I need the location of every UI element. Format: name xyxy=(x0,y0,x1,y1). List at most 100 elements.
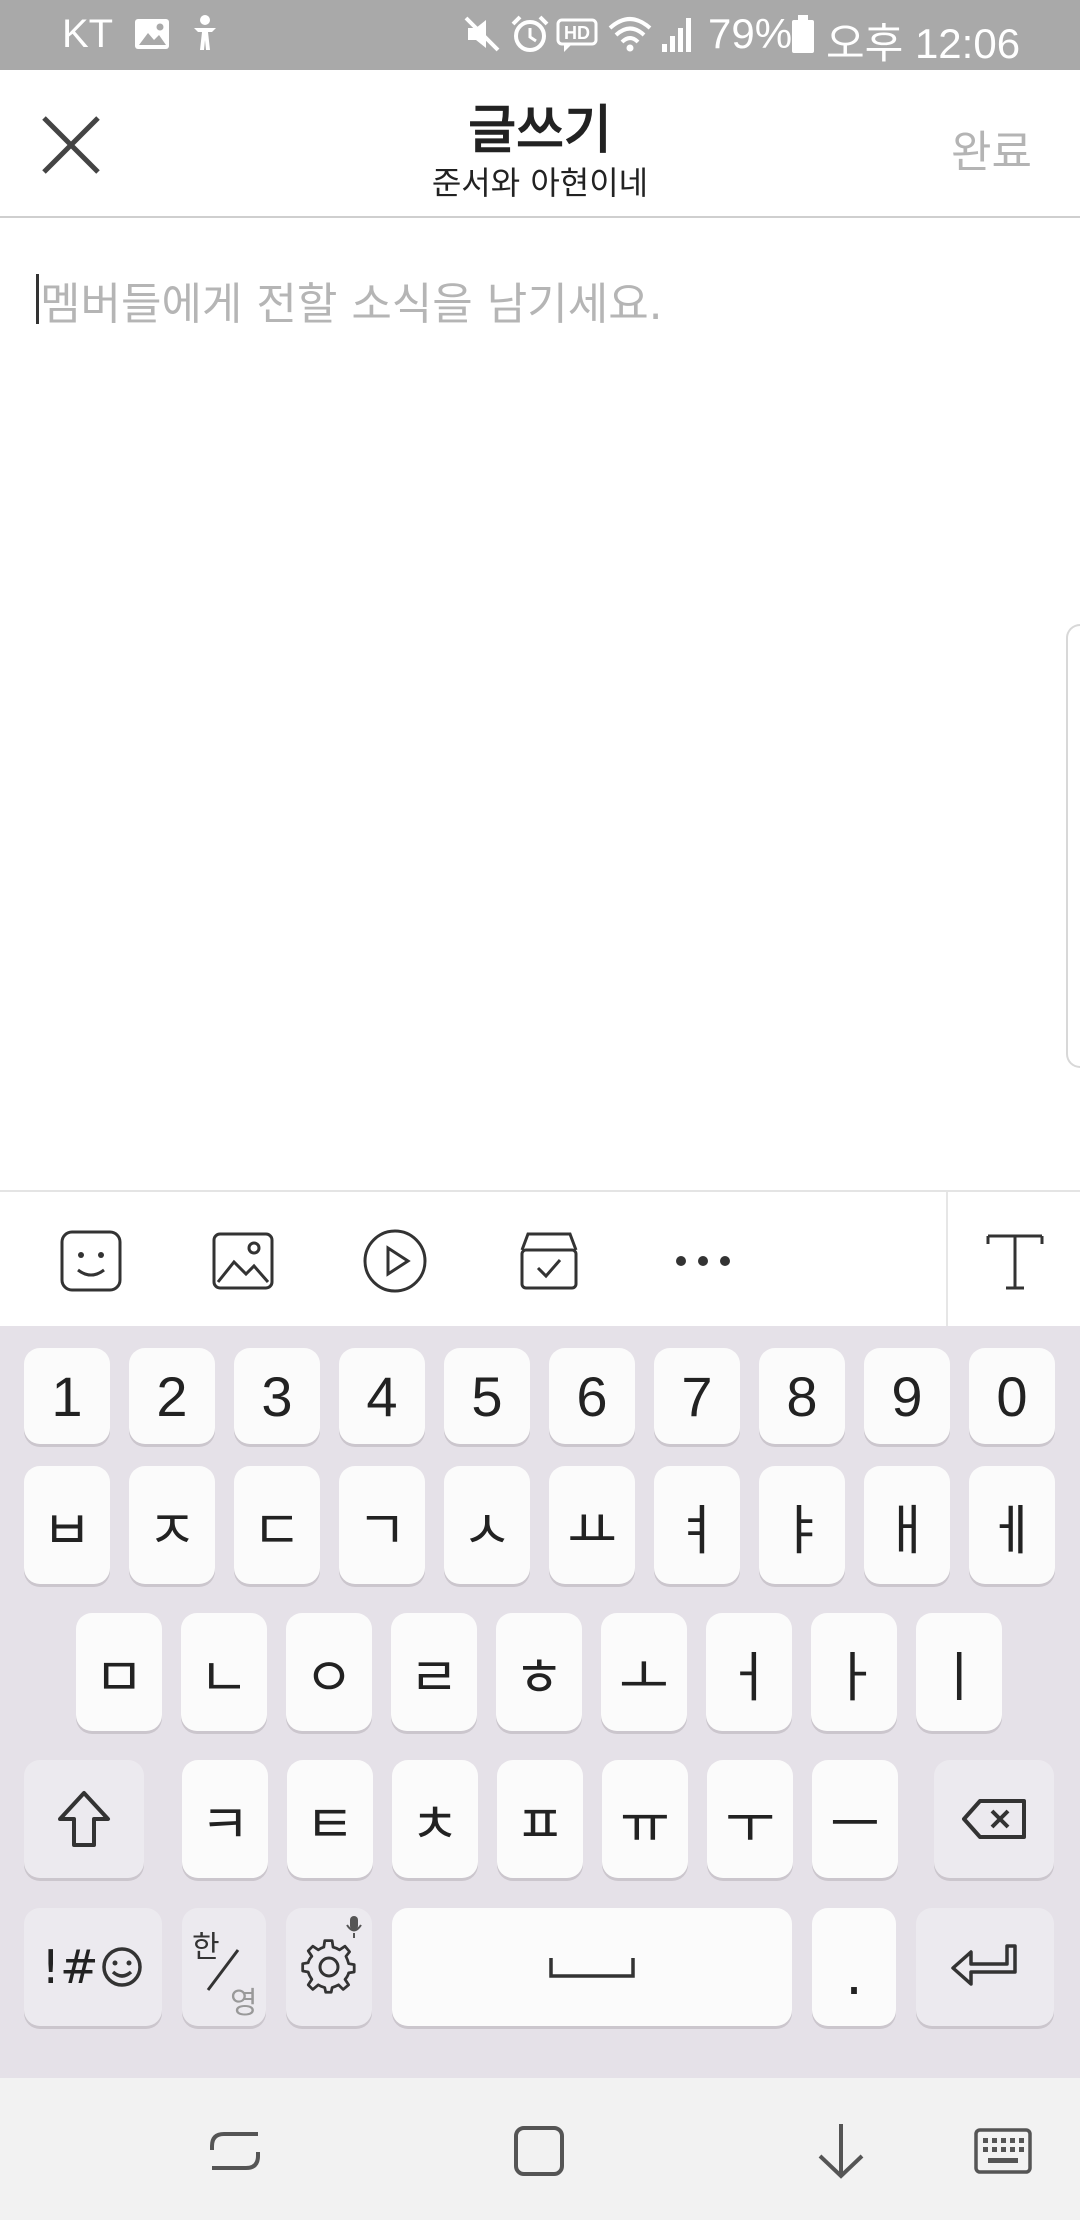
number-key-label: 6 xyxy=(576,1364,608,1428)
letter-key[interactable]: ㅅ xyxy=(444,1466,530,1584)
letter-key[interactable]: ㅣ xyxy=(916,1613,1002,1731)
letter-key[interactable]: ㅁ xyxy=(76,1613,162,1731)
letter-key[interactable]: ㄷ xyxy=(234,1466,320,1584)
letter-key-label: ㅊ xyxy=(410,1792,460,1856)
settings-key[interactable] xyxy=(286,1908,372,2026)
letter-key[interactable]: ㅡ xyxy=(812,1760,898,1878)
recent-apps-icon[interactable] xyxy=(200,2116,270,2186)
number-key[interactable]: 4 xyxy=(339,1348,425,1444)
letter-key-label: ㄱ xyxy=(357,1498,407,1562)
band-name: 준서와 아현이네 xyxy=(431,164,649,202)
number-key-label: 4 xyxy=(366,1364,398,1428)
number-key-label: 3 xyxy=(261,1364,293,1428)
letter-key-label: ㅂ xyxy=(42,1498,92,1562)
more-icon[interactable] xyxy=(668,1226,738,1296)
battery-percent: 79% xyxy=(708,10,793,57)
photo-icon[interactable] xyxy=(208,1226,278,1296)
number-key[interactable]: 1 xyxy=(24,1348,110,1444)
letter-key[interactable]: ㄱ xyxy=(339,1466,425,1584)
letter-key[interactable]: ㅂ xyxy=(24,1466,110,1584)
letter-key[interactable]: ㅌ xyxy=(287,1760,373,1878)
number-key[interactable]: 7 xyxy=(654,1348,740,1444)
gallery-notification-icon xyxy=(135,19,169,49)
letter-key[interactable]: ㅠ xyxy=(602,1760,688,1878)
number-key-label: 1 xyxy=(51,1364,83,1428)
letter-key[interactable]: ㅋ xyxy=(182,1760,268,1878)
home-icon[interactable] xyxy=(504,2116,574,2186)
letter-key[interactable]: ㅛ xyxy=(549,1466,635,1584)
editor-placeholder: 멤버들에게 전할 소식을 남기세요. xyxy=(40,279,663,330)
number-key-label: 5 xyxy=(471,1364,503,1428)
letter-key[interactable]: ㅏ xyxy=(811,1613,897,1731)
keyboard-icon[interactable] xyxy=(972,2116,1034,2186)
period-key[interactable]: . xyxy=(812,1908,896,2026)
emoji-icon xyxy=(102,1947,143,1987)
letter-key-label: ㅓ xyxy=(724,1645,774,1709)
letter-key[interactable]: ㅓ xyxy=(706,1613,792,1731)
backspace-icon xyxy=(962,1799,1026,1839)
letter-key-label: ㅇ xyxy=(304,1645,354,1709)
number-key-label: 9 xyxy=(891,1364,923,1428)
mute-icon xyxy=(464,16,500,52)
letter-key[interactable]: ㅜ xyxy=(707,1760,793,1878)
language-switch-key[interactable]: 한 영 xyxy=(182,1908,266,2026)
letter-key[interactable]: ㅎ xyxy=(496,1613,582,1731)
letter-key-label: ㅕ xyxy=(672,1498,722,1562)
space-key[interactable] xyxy=(392,1908,792,2026)
gear-icon xyxy=(301,1939,356,1994)
clock: 오후 12:06 xyxy=(826,20,1021,67)
battery-icon xyxy=(792,15,814,53)
side-panel-handle[interactable] xyxy=(1066,624,1080,1068)
vote-icon[interactable] xyxy=(514,1226,584,1296)
letter-key[interactable]: ㅐ xyxy=(864,1466,950,1584)
wifi-icon xyxy=(608,17,652,52)
alarm-icon xyxy=(511,15,549,52)
letter-key-label: ㅐ xyxy=(882,1498,932,1562)
letter-key-label: ㅜ xyxy=(725,1792,775,1856)
letter-key-label: ㅁ xyxy=(94,1645,144,1709)
number-key-label: 8 xyxy=(786,1364,818,1428)
hide-keyboard-icon[interactable] xyxy=(806,2116,876,2186)
text-style-icon[interactable] xyxy=(980,1226,1050,1296)
post-editor[interactable]: 멤버들에게 전할 소식을 남기세요. xyxy=(0,218,1080,1190)
letter-key-label: ㅑ xyxy=(777,1498,827,1562)
letter-key[interactable]: ㅊ xyxy=(392,1760,478,1878)
letter-key-label: ㅈ xyxy=(147,1498,197,1562)
letter-key-label: ㅣ xyxy=(934,1645,984,1709)
letter-key[interactable]: ㅕ xyxy=(654,1466,740,1584)
text-caret xyxy=(36,274,39,324)
backspace-key[interactable] xyxy=(934,1760,1054,1878)
number-key-label: 2 xyxy=(156,1364,188,1428)
video-icon[interactable] xyxy=(360,1226,430,1296)
letter-key[interactable]: ㅔ xyxy=(969,1466,1055,1584)
enter-icon xyxy=(951,1944,1017,1986)
enter-key[interactable] xyxy=(916,1908,1054,2026)
number-key[interactable]: 6 xyxy=(549,1348,635,1444)
number-key[interactable]: 0 xyxy=(969,1348,1055,1444)
symbols-key[interactable]: !# xyxy=(24,1908,162,2026)
number-key-label: 0 xyxy=(996,1364,1028,1428)
done-button[interactable]: 완료 xyxy=(951,116,1032,180)
shift-key[interactable] xyxy=(24,1760,144,1878)
number-key[interactable]: 3 xyxy=(234,1348,320,1444)
letter-key-label: ㅌ xyxy=(305,1792,355,1856)
number-key[interactable]: 8 xyxy=(759,1348,845,1444)
letter-key[interactable]: ㅑ xyxy=(759,1466,845,1584)
number-key[interactable]: 9 xyxy=(864,1348,950,1444)
signal-icon xyxy=(662,18,691,52)
number-key[interactable]: 2 xyxy=(129,1348,215,1444)
number-key[interactable]: 5 xyxy=(444,1348,530,1444)
letter-key-label: ㅏ xyxy=(829,1645,879,1709)
period-label: . xyxy=(845,1943,863,2008)
letter-key-label: ㅡ xyxy=(830,1792,880,1856)
letter-key[interactable]: ㄹ xyxy=(391,1613,477,1731)
letter-key[interactable]: ㄴ xyxy=(181,1613,267,1731)
header: 글쓰기 준서와 아현이네 완료 xyxy=(0,70,1080,218)
sticker-icon[interactable] xyxy=(56,1226,126,1296)
hd-voice-icon: HD xyxy=(556,18,598,52)
letter-key[interactable]: ㅗ xyxy=(601,1613,687,1731)
carrier-label: KT xyxy=(62,12,114,56)
letter-key[interactable]: ㅇ xyxy=(286,1613,372,1731)
letter-key[interactable]: ㅍ xyxy=(497,1760,583,1878)
letter-key[interactable]: ㅈ xyxy=(129,1466,215,1584)
